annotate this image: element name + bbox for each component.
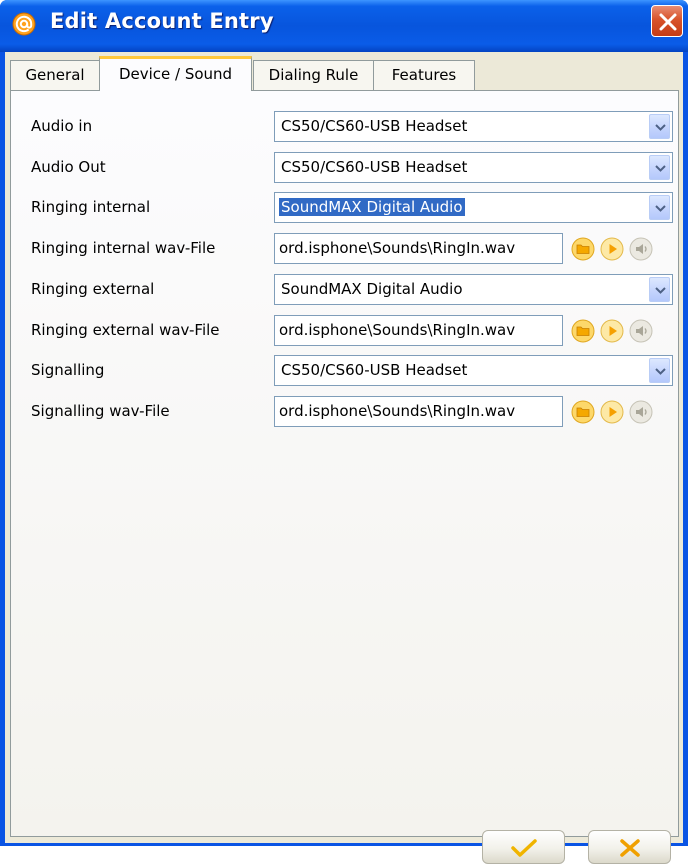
device-sound-panel: Audio in CS50/CS60-USB Headset Audio Out…: [10, 90, 679, 864]
tab-features[interactable]: Features: [373, 60, 475, 90]
play-icon[interactable]: [600, 400, 624, 424]
dropdown-value: CS50/CS60-USB Headset: [281, 361, 468, 379]
dropdown-value: CS50/CS60-USB Headset: [281, 158, 468, 176]
audio-in-label: Audio in: [31, 117, 93, 135]
cancel-button[interactable]: [588, 830, 671, 864]
field-value: ord.isphone\Sounds\RingIn.wav: [279, 321, 516, 339]
signalling-wav-field[interactable]: ord.isphone\Sounds\RingIn.wav: [274, 396, 563, 427]
dropdown-button[interactable]: [649, 195, 670, 220]
window-title: Edit Account Entry: [50, 9, 274, 33]
ringing-internal-wav-field[interactable]: ord.isphone\Sounds\RingIn.wav: [274, 233, 563, 264]
play-icon[interactable]: [600, 237, 624, 261]
chevron-down-icon: [655, 287, 666, 294]
dialog-client-area: General Device / Sound Dialing Rule Feat…: [5, 52, 683, 864]
at-sign-icon: [12, 12, 36, 36]
audio-out-label: Audio Out: [31, 158, 106, 176]
tab-label: Dialing Rule: [268, 66, 359, 84]
folder-icon[interactable]: [571, 319, 595, 343]
chevron-down-icon: [655, 124, 666, 131]
tab-general[interactable]: General: [10, 60, 100, 90]
chevron-down-icon: [655, 205, 666, 212]
dropdown-button[interactable]: [649, 155, 670, 180]
title-bar[interactable]: Edit Account Entry: [0, 0, 688, 52]
chevron-down-icon: [655, 165, 666, 172]
tab-dialing-rule[interactable]: Dialing Rule: [253, 60, 374, 90]
folder-icon[interactable]: [571, 400, 595, 424]
ringing-external-wav-label: Ringing external wav-File: [31, 321, 220, 339]
ringing-internal-label: Ringing internal: [31, 198, 151, 216]
audio-out-dropdown[interactable]: CS50/CS60-USB Headset: [274, 152, 673, 183]
speaker-icon[interactable]: [629, 400, 653, 424]
ok-button[interactable]: [482, 830, 565, 864]
signalling-wav-label: Signalling wav-File: [31, 402, 170, 420]
dropdown-button[interactable]: [649, 277, 670, 302]
tab-device-sound[interactable]: Device / Sound: [99, 56, 252, 91]
ringing-external-dropdown[interactable]: SoundMAX Digital Audio: [274, 274, 673, 305]
ringing-internal-dropdown[interactable]: SoundMAX Digital Audio: [274, 192, 673, 223]
play-icon[interactable]: [600, 319, 624, 343]
dropdown-value: CS50/CS60-USB Headset: [281, 117, 468, 135]
tab-label: Features: [391, 66, 457, 84]
folder-icon[interactable]: [571, 237, 595, 261]
dropdown-button[interactable]: [649, 114, 670, 139]
field-value: ord.isphone\Sounds\RingIn.wav: [279, 239, 516, 257]
tab-label: Device / Sound: [118, 65, 233, 83]
signalling-dropdown[interactable]: CS50/CS60-USB Headset: [274, 355, 673, 386]
speaker-icon[interactable]: [629, 319, 653, 343]
dropdown-value: SoundMAX Digital Audio: [279, 198, 465, 216]
dropdown-button[interactable]: [649, 358, 670, 383]
ringing-external-wav-field[interactable]: ord.isphone\Sounds\RingIn.wav: [274, 315, 563, 346]
close-button[interactable]: [651, 5, 683, 37]
signalling-label: Signalling: [31, 361, 105, 379]
dialog-window: Edit Account Entry General Device / Soun…: [0, 0, 688, 864]
ringing-internal-wav-label: Ringing internal wav-File: [31, 239, 216, 257]
tab-label: General: [25, 66, 85, 84]
chevron-down-icon: [655, 368, 666, 375]
dropdown-value: SoundMAX Digital Audio: [281, 280, 463, 298]
ringing-external-label: Ringing external: [31, 280, 155, 298]
field-value: ord.isphone\Sounds\RingIn.wav: [279, 402, 516, 420]
speaker-icon[interactable]: [629, 237, 653, 261]
audio-in-dropdown[interactable]: CS50/CS60-USB Headset: [274, 111, 673, 142]
